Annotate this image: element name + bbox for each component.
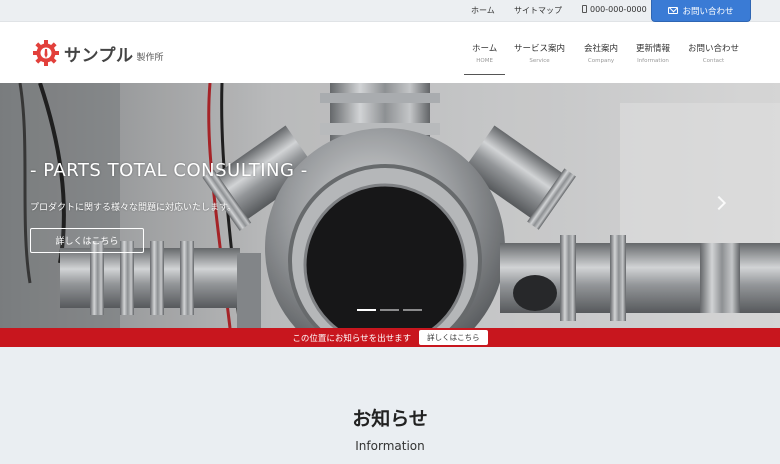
hero-slider: - PARTS TOTAL CONSULTING - プロダクトに関する様々な問…	[0, 83, 780, 328]
mail-icon	[668, 7, 679, 14]
info-section-title: お知らせ	[352, 408, 428, 430]
gear-logo-icon	[33, 40, 59, 66]
phone-number: 000-000-0000	[582, 5, 647, 14]
nav-sublabel: Service	[529, 58, 550, 64]
nav-label: 会社案内	[584, 44, 619, 54]
nav-sublabel: Information	[637, 58, 669, 64]
nav-item-company[interactable]: 会社案内 Company	[584, 42, 618, 64]
phone-icon	[582, 5, 587, 13]
contact-button-top[interactable]: お問い合わせ	[651, 0, 751, 22]
nav-item-contact[interactable]: お問い合わせ Contact	[688, 42, 739, 64]
notice-bar: この位置にお知らせを出せます 詳しくはこちら	[0, 328, 780, 347]
slide-indicator[interactable]	[380, 309, 399, 311]
logo-brand-text: サンプル	[64, 45, 134, 66]
phone-number-text: 000-000-0000	[590, 5, 647, 14]
nav-sublabel: HOME	[476, 58, 493, 64]
hero-subtitle: プロダクトに関する様々な問題に対応いたします。	[30, 203, 237, 213]
slider-indicators	[357, 309, 422, 311]
nav-label: お問い合わせ	[688, 44, 740, 54]
nav-label: ホーム	[472, 44, 498, 54]
notice-text: この位置にお知らせを出せます	[292, 333, 412, 344]
hero-title: - PARTS TOTAL CONSULTING -	[30, 160, 308, 181]
slider-next-arrow-icon[interactable]	[714, 195, 726, 213]
contact-button-label: お問い合わせ	[682, 6, 734, 17]
slide-indicator[interactable]	[403, 309, 422, 311]
info-section-subtitle: Information	[355, 439, 425, 453]
nav-item-service[interactable]: サービス案内 Service	[514, 42, 565, 64]
top-link-home[interactable]: ホーム	[471, 5, 495, 16]
nav-sublabel: Company	[587, 58, 615, 64]
top-utility-bar: ホーム サイトマップ 000-000-0000 お問い合わせ	[0, 0, 780, 22]
top-link-sitemap[interactable]: サイトマップ	[514, 5, 562, 16]
nav-sublabel: Contact	[702, 58, 725, 64]
logo-sub-text: 製作所	[136, 52, 164, 63]
nav-label: サービス案内	[514, 44, 566, 54]
notice-details-button[interactable]: 詳しくはこちら	[419, 330, 488, 345]
hero-details-button[interactable]: 詳しくはこちら	[30, 228, 144, 253]
nav-label: 更新情報	[636, 44, 671, 54]
slide-indicator[interactable]	[357, 309, 376, 311]
nav-item-home[interactable]: ホーム HOME	[463, 42, 506, 75]
site-logo[interactable]: サンプル 製作所	[32, 39, 164, 67]
site-header: サンプル 製作所 ホーム HOME サービス案内 Service 会社案内 Co…	[0, 22, 780, 83]
nav-item-information[interactable]: 更新情報 Information	[636, 42, 670, 64]
